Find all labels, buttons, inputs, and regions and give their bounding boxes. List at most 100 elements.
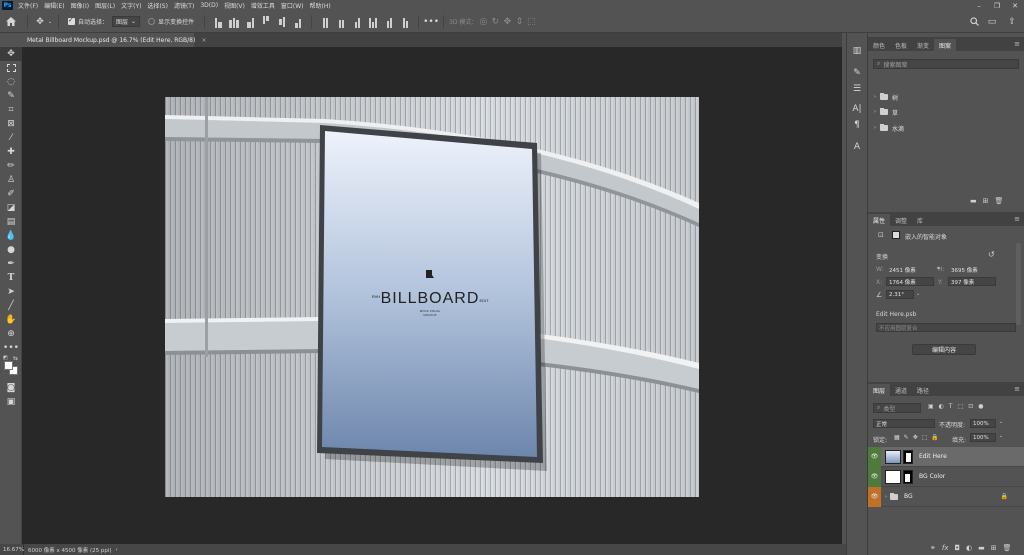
tab-properties[interactable]: 属性 [868,214,891,226]
glyphs-panel-icon[interactable]: A [847,139,867,155]
blur-tool-icon[interactable]: 💧 [0,229,22,243]
height-field[interactable]: 3695 像素 [948,265,996,274]
pattern-group-trees[interactable]: › 树 [874,91,898,103]
document-tab[interactable]: Metal Billboard Mockup.psd @ 16.7% (Edit… [22,33,206,47]
share-icon[interactable]: ⇪ [1006,11,1018,33]
color-swatches[interactable]: ◩ ⇆ [0,355,22,375]
align-bottom-icon[interactable] [292,16,304,28]
distribute-bottom-icon[interactable] [351,16,363,28]
properties-scrollbar[interactable] [1016,243,1021,325]
distribute-vcenter-icon[interactable] [335,16,347,28]
minimize-icon[interactable]: – [972,0,986,11]
close-window-icon[interactable]: ✕ [1008,0,1022,11]
align-top-icon[interactable] [260,15,272,28]
align-vcenter-icon[interactable] [276,16,288,28]
edit-toolbar-icon[interactable]: ••• [0,341,22,355]
distribute-left-icon[interactable] [367,16,379,28]
history-brush-tool-icon[interactable]: ✐ [0,187,22,201]
lock-position-icon[interactable]: ✥ [913,434,918,441]
y-field[interactable]: 397 像素 [948,277,996,286]
distribute-hcenter-icon[interactable] [383,16,395,28]
quick-select-tool-icon[interactable]: ✎ [0,89,22,103]
distribute-right-icon[interactable] [399,16,411,28]
filter-shape-icon[interactable]: ⬚ [958,403,964,410]
layer-filter-dropdown[interactable]: ⌕ 类型 [873,403,921,413]
chevron-right-icon[interactable]: › [874,109,876,115]
menu-layer[interactable]: 图层(L) [92,1,118,10]
eyedropper-tool-icon[interactable]: ⁄ [0,131,22,145]
filter-pixel-icon[interactable]: ▣ [928,403,934,410]
menu-edit[interactable]: 编辑(E) [41,1,67,10]
path-select-tool-icon[interactable]: ➤ [0,285,22,299]
blend-mode-dropdown[interactable]: 正常 [873,419,935,428]
tab-libraries[interactable]: 库 [912,214,928,226]
delete-layer-icon[interactable]: 🗑 [1003,544,1012,552]
tab-layers[interactable]: 图层 [868,384,891,396]
layer-mask-thumbnail[interactable] [903,469,913,484]
clone-stamp-tool-icon[interactable]: ♙ [0,173,22,187]
reset-transform-icon[interactable]: ↺ [988,250,995,259]
chevron-down-icon[interactable]: ⌄ [999,419,1003,425]
menu-view[interactable]: 视图(V) [221,1,248,10]
filter-type-icon[interactable]: T [949,403,953,410]
menu-type[interactable]: 文字(Y) [118,1,144,10]
align-right-icon[interactable] [244,16,256,28]
lock-image-icon[interactable]: ✎ [904,434,909,441]
chevron-down-icon[interactable]: ⌄ [47,11,53,33]
layer-comp-dropdown[interactable]: 不应用图层复合 [876,323,1016,332]
menu-plugins[interactable]: 增效工具 [248,1,278,10]
chevron-right-icon[interactable]: › [874,94,876,100]
menu-filter[interactable]: 滤镜(T) [171,1,197,10]
layer-row-edit-here[interactable]: 👁 Edit Here [868,446,1024,467]
width-field[interactable]: 2451 像素 [886,265,934,274]
zoom-level[interactable]: 16.67% [0,544,24,555]
swap-colors-icon[interactable]: ⇆ [13,355,18,362]
angle-field[interactable]: 2.31° [886,290,914,299]
chevron-down-icon[interactable]: ⌄ [916,291,920,297]
3d-slide-icon[interactable]: ⇕ [513,11,525,33]
layer-group-bg[interactable]: 👁 › BG 🔒 [868,486,1024,507]
panel-menu-icon[interactable]: ≡ [1014,385,1020,393]
3d-orbit-icon[interactable]: ◎ [477,11,489,33]
document-canvas[interactable]: BILLBOARD RVH EDIT MOCK VISUAL MOCKUP [165,97,699,497]
show-transform-checkbox[interactable] [148,18,156,25]
filter-adjustment-icon[interactable]: ◐ [939,403,944,410]
pattern-group-grass[interactable]: › 草 [874,106,898,118]
workspace-icon[interactable]: ▭ [986,11,998,33]
new-group-icon[interactable]: ▬ [978,544,985,552]
move-tool-icon[interactable]: ✥ [0,47,22,61]
layer-mask-thumbnail[interactable] [903,449,913,464]
tab-paths[interactable]: 路径 [912,384,934,396]
tab-color[interactable]: 颜色 [868,39,890,51]
adjustment-layer-icon[interactable]: ◐ [966,544,972,552]
zoom-tool-icon[interactable]: ⊕ [0,327,22,341]
layer-name[interactable]: Edit Here [919,453,947,460]
align-hcenter-icon[interactable] [228,16,240,28]
hand-tool-icon[interactable]: ✋ [0,313,22,327]
search-icon[interactable] [968,11,980,33]
adjust-icon[interactable]: ☰ [847,81,867,97]
tab-gradients[interactable]: 渐变 [912,39,934,51]
menu-select[interactable]: 选择(S) [144,1,171,10]
quick-mask-icon[interactable]: ◙ [0,381,22,395]
add-mask-icon[interactable]: ◘ [954,544,960,552]
new-group-icon[interactable]: ▬ [970,197,977,205]
move-tool-icon[interactable]: ✥ [33,11,47,33]
filter-smart-object-icon[interactable]: ⊡ [968,403,973,410]
tab-patterns[interactable]: 图案 [934,39,957,51]
x-field[interactable]: 1764 像素 [886,277,934,286]
menu-help[interactable]: 帮助(H) [307,1,334,10]
panel-menu-icon[interactable]: ≡ [1014,215,1020,223]
gradient-tool-icon[interactable]: ▤ [0,215,22,229]
auto-select-checkbox[interactable] [68,16,75,25]
opacity-field[interactable]: 100% [970,419,996,428]
panel-menu-icon[interactable]: ≡ [1014,40,1020,48]
paragraph-panel-icon[interactable]: ¶ [847,117,867,133]
delete-icon[interactable]: 🗑 [995,197,1004,205]
3d-pan-icon[interactable]: ✥ [501,11,513,33]
tab-adjustments[interactable]: 调整 [890,214,912,226]
foreground-color-swatch[interactable] [4,361,13,370]
brush-tool-icon[interactable]: ✏ [0,159,22,173]
visibility-eye-icon[interactable]: 👁 [868,466,881,487]
filter-toggle-icon[interactable]: ● [978,403,983,410]
